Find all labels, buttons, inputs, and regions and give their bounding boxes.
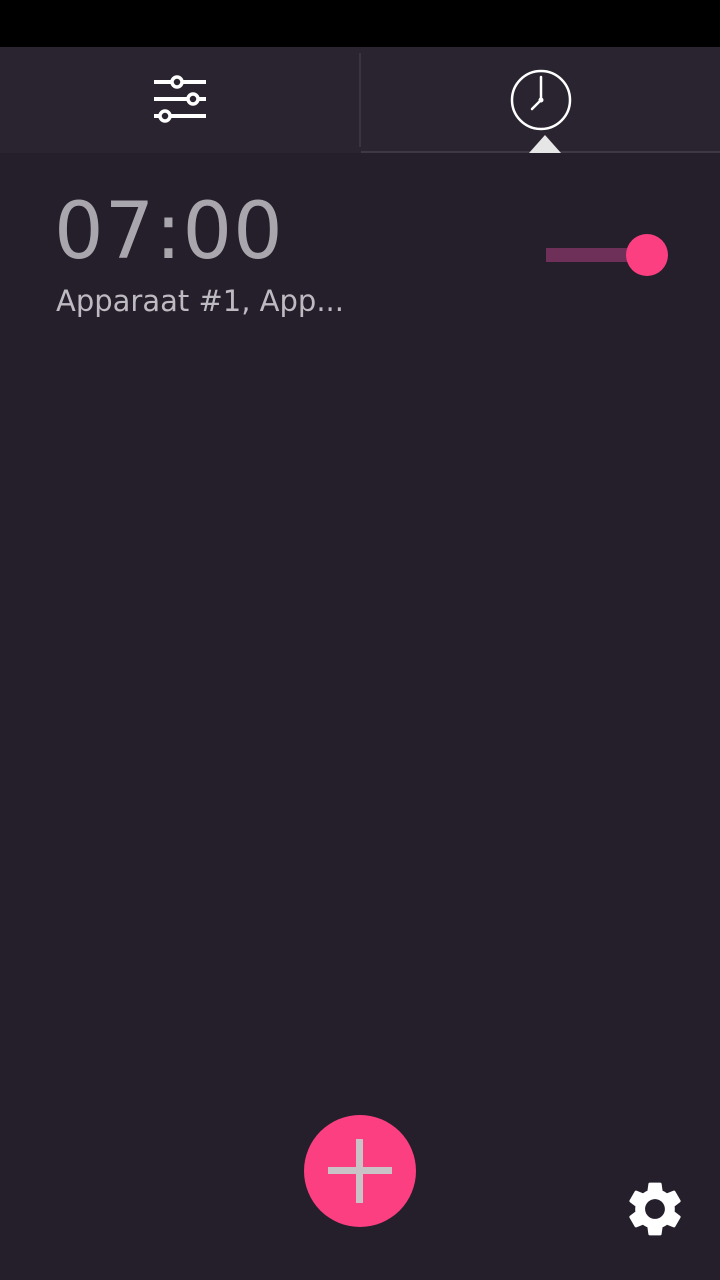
alarm-item[interactable]: 07:00 Apparaat #1, App... <box>0 153 720 343</box>
active-tab-indicator <box>529 135 561 153</box>
add-alarm-button[interactable] <box>304 1115 416 1227</box>
alarm-toggle[interactable] <box>540 231 672 279</box>
plus-icon-vertical <box>356 1139 363 1203</box>
sliders-icon <box>153 75 206 123</box>
alarm-time: 07:00 <box>54 187 284 277</box>
tab-bar <box>0 47 720 153</box>
tab-device-settings[interactable] <box>0 47 359 153</box>
settings-button[interactable] <box>622 1176 688 1242</box>
toggle-thumb <box>626 234 668 276</box>
alarm-label: Apparaat #1, App... <box>56 284 344 318</box>
status-bar <box>0 0 720 47</box>
clock-icon <box>510 69 571 131</box>
gear-icon <box>629 1182 681 1236</box>
